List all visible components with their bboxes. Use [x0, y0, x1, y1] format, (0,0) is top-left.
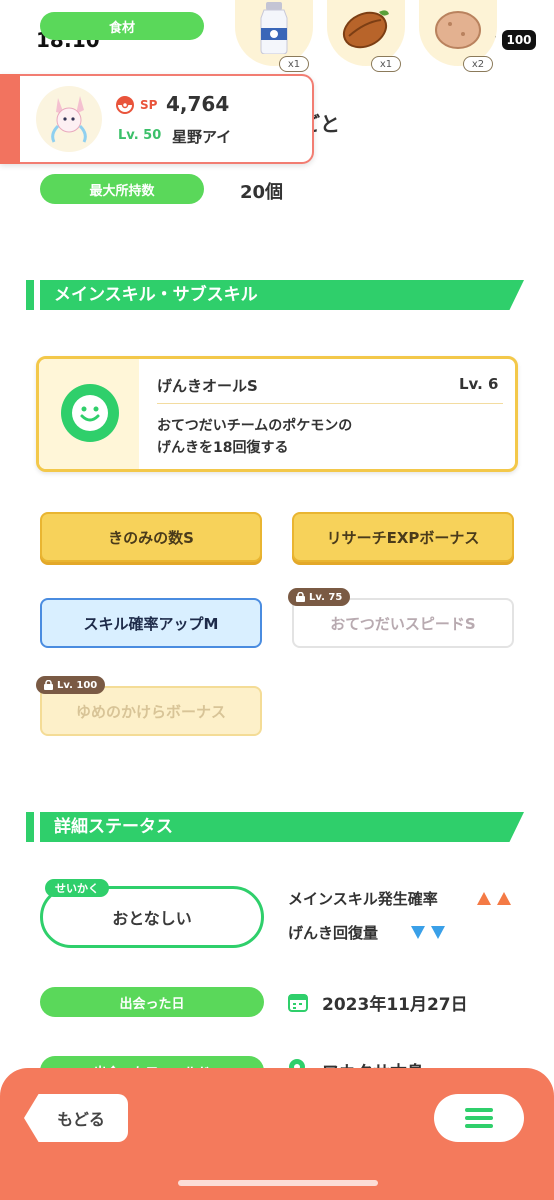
lock-level-tag: Lv. 100 [36, 676, 106, 694]
milk-bottle-icon [260, 2, 288, 54]
pokemon-nickname: 星野アイ [172, 128, 232, 146]
nature-tag: せいかく [45, 879, 109, 897]
sp-value: 4,764 [166, 92, 230, 116]
lock-level-tag: Lv. 75 [288, 588, 351, 606]
calendar-icon [288, 994, 308, 1012]
cacao-icon [342, 10, 389, 49]
main-skill-name: げんきオールS [157, 377, 258, 395]
section-title: 詳細ステータス [40, 812, 524, 842]
sub-skill-button[interactable]: きのみの数S [40, 512, 262, 562]
profile-card[interactable]: SP 4,764 Lv. 50 星野アイ [0, 74, 314, 164]
nature-value: おとなしい [112, 909, 192, 928]
ingredient-count: x2 [463, 56, 493, 72]
menu-button[interactable] [434, 1094, 524, 1142]
max-carry-label: 最大所持数 [40, 174, 204, 204]
nature-box[interactable]: せいかく おとなしい [40, 879, 264, 948]
nature-down-label: げんき回復量 [288, 924, 379, 942]
sylveon-avatar-icon [51, 96, 87, 143]
main-skill-desc-line2: げんきを18回復する [157, 440, 289, 456]
home-indicator[interactable] [178, 1180, 378, 1186]
divider [157, 403, 503, 404]
avatar [36, 86, 102, 152]
smile-icon [61, 384, 119, 442]
ingredient-count: x1 [371, 56, 401, 72]
ingredients-label: 食材 [40, 12, 204, 40]
skill-icon-area [39, 359, 139, 469]
section-lead-mark [26, 280, 34, 310]
hamburger-menu-icon [465, 1108, 493, 1128]
section-header-status: 詳細ステータス [26, 812, 524, 842]
met-date-value: 2023年11月27日 [322, 995, 468, 1015]
back-button[interactable]: もどる [24, 1094, 128, 1142]
pokemon-level: Lv. 50 [118, 128, 162, 143]
profile-stripe [0, 74, 20, 164]
pokeball-icon [116, 96, 134, 114]
battery-indicator: 100 [502, 30, 536, 50]
main-skill-card[interactable]: げんきオールS Lv. 6 おてつだいチームのポケモンの げんきを18回復する [36, 356, 518, 472]
section-title: メインスキル・サブスキル [40, 280, 524, 310]
section-header-skills: メインスキル・サブスキル [26, 280, 524, 310]
main-skill-level: Lv. 6 [459, 375, 499, 393]
lock-icon [44, 680, 53, 690]
sub-skill-button[interactable]: リサーチEXPボーナス [292, 512, 514, 562]
main-skill-desc-line1: おてつだいチームのポケモンの [157, 418, 353, 434]
section-lead-mark [26, 812, 34, 842]
up-arrows-icon [477, 892, 511, 905]
sp-label: SP [140, 98, 158, 112]
sub-skill-button[interactable]: スキル確率アップM [40, 598, 262, 648]
met-date-label: 出会った日 [40, 987, 264, 1017]
lock-icon [296, 592, 305, 602]
lock-level-text: Lv. 100 [57, 679, 98, 691]
potato-icon [435, 11, 481, 49]
max-carry-value: 20個 [240, 182, 284, 203]
nature-up-label: メインスキル発生確率 [288, 890, 438, 908]
lock-level-text: Lv. 75 [309, 591, 343, 603]
down-arrows-icon [411, 926, 445, 939]
ingredient-count: x1 [279, 56, 309, 72]
